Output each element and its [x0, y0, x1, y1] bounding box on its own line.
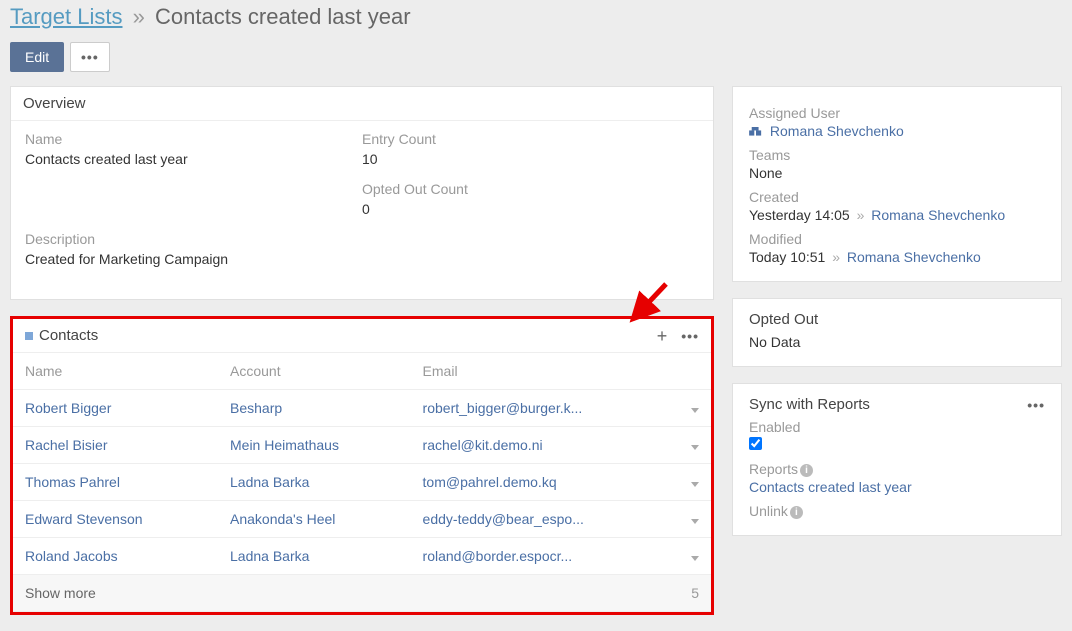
contact-account-link[interactable]: Mein Heimathaus — [230, 437, 339, 453]
row-menu-caret-icon[interactable] — [691, 482, 699, 487]
enabled-checkbox[interactable] — [749, 437, 762, 450]
contact-name-link[interactable]: Robert Bigger — [25, 400, 111, 416]
row-menu-caret-icon[interactable] — [691, 408, 699, 413]
reports-link[interactable]: Contacts created last year — [749, 479, 912, 495]
modified-label: Modified — [749, 231, 1045, 247]
contact-email-link[interactable]: tom@pahrel.demo.kq — [423, 474, 557, 490]
contact-name-link[interactable]: Rachel Bisier — [25, 437, 107, 453]
sep-icon: » — [857, 207, 865, 223]
edit-button[interactable]: Edit — [10, 42, 64, 72]
row-menu-caret-icon[interactable] — [691, 556, 699, 561]
sep-icon: » — [832, 249, 840, 265]
table-row: Robert Bigger Besharp robert_bigger@burg… — [13, 390, 711, 427]
reports-label: Reportsi — [749, 461, 1045, 477]
col-account[interactable]: Account — [218, 353, 411, 390]
name-value: Contacts created last year — [25, 151, 362, 167]
toolbar: Edit ••• — [10, 42, 1062, 72]
sync-title: Sync with Reports — [749, 396, 870, 413]
opted-out-value: No Data — [749, 334, 1045, 350]
add-contact-button[interactable]: + — [657, 329, 668, 343]
created-label: Created — [749, 189, 1045, 205]
enabled-label: Enabled — [749, 419, 1045, 435]
teams-value: None — [749, 165, 1045, 181]
contact-email-link[interactable]: eddy-teddy@bear_espo... — [423, 511, 584, 527]
description-label: Description — [25, 231, 699, 247]
contact-account-link[interactable]: Ladna Barka — [230, 474, 309, 490]
opted-out-title: Opted Out — [749, 311, 818, 328]
sync-more-button[interactable]: ••• — [1027, 397, 1045, 413]
modified-date: Today 10:51 — [749, 249, 825, 265]
overview-panel: Overview Name Contacts created last year… — [10, 86, 714, 300]
col-email[interactable]: Email — [411, 353, 679, 390]
name-label: Name — [25, 131, 362, 147]
created-by-link[interactable]: Romana Shevchenko — [871, 207, 1005, 223]
annotation-arrow-icon — [621, 279, 671, 329]
contact-name-link[interactable]: Edward Stevenson — [25, 511, 143, 527]
contacts-table: Name Account Email Robert Bigger Besharp… — [13, 353, 711, 612]
created-date: Yesterday 14:05 — [749, 207, 850, 223]
unlink-label: Unlinki — [749, 503, 1045, 519]
row-menu-caret-icon[interactable] — [691, 519, 699, 524]
ellipsis-icon: ••• — [81, 49, 99, 65]
contacts-square-icon — [25, 332, 33, 340]
assigned-user-label: Assigned User — [749, 105, 1045, 121]
more-actions-button[interactable]: ••• — [70, 42, 110, 72]
breadcrumb-root-link[interactable]: Target Lists — [10, 4, 123, 29]
assigned-user-link[interactable]: Romana Shevchenko — [770, 123, 904, 139]
table-row: Roland Jacobs Ladna Barka roland@border.… — [13, 538, 711, 575]
breadcrumb-current: Contacts created last year — [155, 4, 411, 29]
info-icon[interactable]: i — [800, 464, 813, 477]
page-header: Target Lists » Contacts created last yea… — [10, 0, 1062, 42]
show-more-label: Show more — [25, 585, 96, 601]
contact-account-link[interactable]: Besharp — [230, 400, 282, 416]
table-row: Thomas Pahrel Ladna Barka tom@pahrel.dem… — [13, 464, 711, 501]
opted-out-count-label: Opted Out Count — [362, 181, 699, 197]
contact-name-link[interactable]: Thomas Pahrel — [25, 474, 120, 490]
table-row: Rachel Bisier Mein Heimathaus rachel@kit… — [13, 427, 711, 464]
col-name[interactable]: Name — [13, 353, 218, 390]
details-side-panel: Assigned User Romana Shevchenko Teams No… — [732, 86, 1062, 282]
show-more-row[interactable]: Show more 5 — [13, 575, 711, 612]
contact-name-link[interactable]: Roland Jacobs — [25, 548, 118, 564]
contact-account-link[interactable]: Anakonda's Heel — [230, 511, 335, 527]
teams-label: Teams — [749, 147, 1045, 163]
contacts-panel: Contacts + ••• Name Account Email — [10, 316, 714, 615]
info-icon[interactable]: i — [790, 506, 803, 519]
breadcrumb-separator: » — [133, 4, 145, 29]
contact-account-link[interactable]: Ladna Barka — [230, 548, 309, 564]
sync-reports-panel: Sync with Reports ••• Enabled Reportsi C… — [732, 383, 1062, 536]
row-menu-caret-icon[interactable] — [691, 445, 699, 450]
overview-title: Overview — [23, 95, 86, 112]
entry-count-label: Entry Count — [362, 131, 699, 147]
contact-email-link[interactable]: rachel@kit.demo.ni — [423, 437, 543, 453]
contacts-title: Contacts — [39, 327, 98, 344]
user-icon — [749, 126, 763, 138]
modified-by-link[interactable]: Romana Shevchenko — [847, 249, 981, 265]
opted-out-panel: Opted Out No Data — [732, 298, 1062, 367]
table-row: Edward Stevenson Anakonda's Heel eddy-te… — [13, 501, 711, 538]
contact-email-link[interactable]: robert_bigger@burger.k... — [423, 400, 583, 416]
entry-count-value: 10 — [362, 151, 699, 167]
description-value: Created for Marketing Campaign — [25, 251, 699, 267]
contact-email-link[interactable]: roland@border.espocr... — [423, 548, 573, 564]
opted-out-count-value: 0 — [362, 201, 699, 217]
contacts-more-button[interactable]: ••• — [681, 328, 699, 344]
show-more-count: 5 — [691, 585, 699, 601]
